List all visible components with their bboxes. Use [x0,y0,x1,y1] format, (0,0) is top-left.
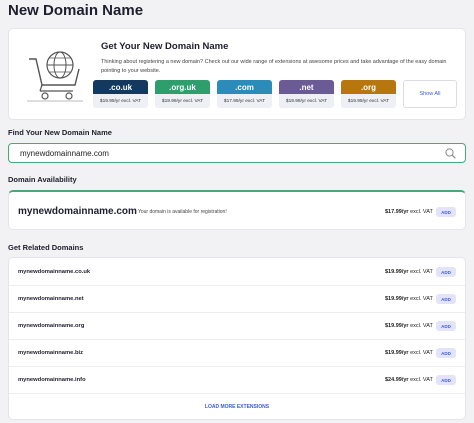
row-domain-name: mynewdomainname.net [18,296,84,302]
price-suffix: excl. VAT [410,296,433,302]
tld-name: .com [217,80,272,94]
add-button[interactable]: ADD [436,207,456,217]
row-price: $19.99/yr excl. VAT [385,350,433,356]
promo-heading: Get Your New Domain Name [101,41,229,52]
row-price: $19.99/yr excl. VAT [385,323,433,329]
availability-section-label: Domain Availability [8,175,77,184]
table-row: mynewdomainname.net $19.99/yr excl. VAT … [9,286,465,313]
table-row: mynewdomainname.biz $19.99/yr excl. VAT … [9,340,465,367]
price-suffix: excl. VAT [410,269,433,275]
page-title: New Domain Name [8,2,144,19]
search-icon[interactable] [445,148,456,159]
price-amount: $17.99/yr [385,209,409,215]
row-domain-name: mynewdomainname.info [18,377,86,383]
row-domain-name: mynewdomainname.co.uk [18,269,91,275]
tld-card-org-uk[interactable]: .org.uk $19.99/yr excl. VAT [155,80,210,108]
tld-price: $19.99/yr excl. VAT [285,98,328,104]
search-input[interactable]: mynewdomainname.com [20,149,109,158]
load-more-extensions-link[interactable]: LOAD MORE EXTENSIONS [9,404,465,410]
table-row: mynewdomainname.co.uk $19.99/yr excl. VA… [9,259,465,286]
tld-name: .net [279,80,334,94]
show-all-button[interactable]: Show All [403,80,457,108]
tld-price: $19.99/yr excl. VAT [347,98,390,104]
promo-description: Thinking about registering a new domain?… [101,59,447,74]
shopping-cart-globe-icon [27,51,83,102]
add-button[interactable]: ADD [436,375,456,385]
tld-card-org[interactable]: .org $19.99/yr excl. VAT [341,80,396,108]
price-amount: $19.99/yr [385,323,409,329]
related-section-label: Get Related Domains [8,243,84,252]
price-suffix: excl. VAT [410,209,433,215]
domain-price: $17.99/yr excl. VAT [385,209,433,215]
row-price: $19.99/yr excl. VAT [385,296,433,302]
availability-card: mynewdomainname.com - Your domain is ava… [8,190,466,230]
availability-message: - Your domain is available for registrat… [135,209,227,215]
domain-search-field[interactable]: mynewdomainname.com [8,143,466,163]
table-row: mynewdomainname.org $19.99/yr excl. VAT … [9,313,465,340]
add-button[interactable]: ADD [436,321,456,331]
table-row: mynewdomainname.info $24.99/yr excl. VAT… [9,367,465,394]
tld-price: $19.99/yr excl. VAT [99,98,142,104]
price-suffix: excl. VAT [410,377,433,383]
price-amount: $24.99/yr [385,377,409,383]
tld-name: .org.uk [155,80,210,94]
price-amount: $19.99/yr [385,350,409,356]
related-domains-card: mynewdomainname.co.uk $19.99/yr excl. VA… [8,257,466,420]
row-domain-name: mynewdomainname.org [18,323,85,329]
price-suffix: excl. VAT [410,323,433,329]
price-suffix: excl. VAT [410,350,433,356]
add-button[interactable]: ADD [436,348,456,358]
promo-card: Get Your New Domain Name Thinking about … [8,28,466,120]
price-amount: $19.99/yr [385,269,409,275]
row-price: $24.99/yr excl. VAT [385,377,433,383]
add-button[interactable]: ADD [436,267,456,277]
tld-card-com[interactable]: .com $17.99/yr excl. VAT [217,80,272,108]
row-price: $19.99/yr excl. VAT [385,269,433,275]
tld-price: $19.99/yr excl. VAT [161,98,204,104]
tld-price: $17.99/yr excl. VAT [223,98,266,104]
tld-card-co-uk[interactable]: .co.uk $19.99/yr excl. VAT [93,80,148,108]
tld-name: .org [341,80,396,94]
tld-card-net[interactable]: .net $19.99/yr excl. VAT [279,80,334,108]
available-domain-name: mynewdomainname.com [18,206,137,217]
price-amount: $19.99/yr [385,296,409,302]
tld-name: .co.uk [93,80,148,94]
row-domain-name: mynewdomainname.biz [18,350,84,356]
search-section-label: Find Your New Domain Name [8,128,112,137]
add-button[interactable]: ADD [436,294,456,304]
